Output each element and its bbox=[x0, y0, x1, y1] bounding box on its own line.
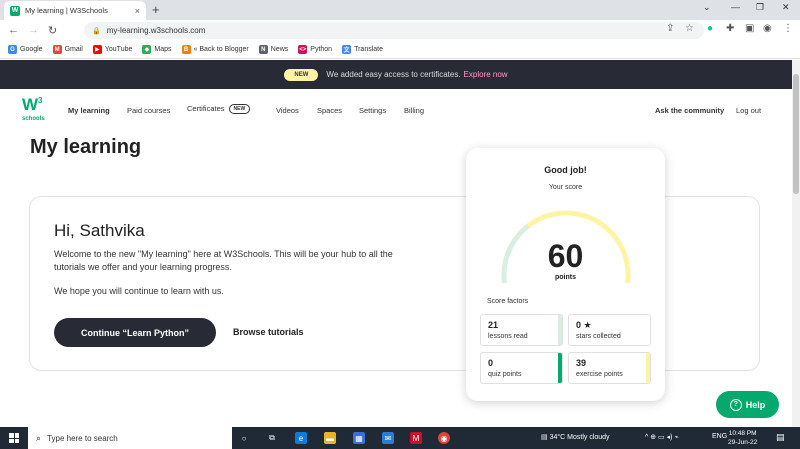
windows-start-icon[interactable] bbox=[9, 433, 19, 443]
new-tab-button[interactable]: + bbox=[152, 2, 160, 17]
score-heading: Good job! bbox=[544, 165, 587, 175]
bookmark-maps[interactable]: ◆ Maps bbox=[142, 45, 172, 54]
nav-certificates[interactable]: Certificates NEW bbox=[187, 104, 251, 115]
url-text: my-learning.w3schools.com bbox=[106, 26, 206, 35]
page-scrollbar[interactable] bbox=[792, 60, 800, 427]
youtube-icon: ▶ bbox=[92, 45, 102, 54]
extensions-icon[interactable]: ✚ bbox=[726, 23, 734, 34]
bookmarks-bar: G Google M Gmail ▶ YouTube ◆ Maps B « Ba… bbox=[0, 41, 800, 59]
points-label: points bbox=[555, 274, 576, 281]
taskbar-search-input[interactable]: ⌕ Type here to search bbox=[28, 427, 232, 449]
side-panel-icon[interactable]: ▣ bbox=[745, 23, 754, 34]
bookmark-gmail[interactable]: M Gmail bbox=[52, 45, 83, 54]
bookmark-google[interactable]: G Google bbox=[8, 45, 43, 54]
tab-title: My learning | W3Schools bbox=[25, 6, 108, 15]
nav-billing[interactable]: Billing bbox=[404, 106, 424, 115]
browser-tab-strip: W My learning | W3Schools × + ⌄ — ❐ ✕ bbox=[0, 0, 800, 20]
nav-settings[interactable]: Settings bbox=[359, 106, 386, 115]
search-icon: ⌕ bbox=[36, 432, 42, 443]
share-icon[interactable]: ⇪ bbox=[666, 23, 674, 34]
avatar[interactable]: ◉ bbox=[763, 23, 772, 34]
nav-my-learning[interactable]: My learning bbox=[68, 106, 110, 115]
close-window-icon[interactable]: ✕ bbox=[782, 2, 790, 13]
help-question-icon: ? bbox=[729, 398, 742, 411]
logout-link[interactable]: Log out bbox=[736, 106, 761, 115]
address-bar-row: ← → ↻ 🔒 my-learning.w3schools.com ⇪ ☆ ● … bbox=[0, 20, 800, 41]
back-icon[interactable]: ← bbox=[8, 24, 19, 36]
ask-community-link[interactable]: Ask the community bbox=[655, 106, 724, 115]
blogger-icon: B bbox=[181, 45, 191, 54]
announcement-bar: NEW We added easy access to certificates… bbox=[0, 60, 792, 89]
tab-search-icon[interactable]: ⌄ bbox=[703, 2, 711, 13]
store-icon[interactable]: ▦ bbox=[353, 432, 365, 444]
intro-text: Welcome to the new "My learning" here at… bbox=[54, 249, 393, 272]
bookmark-youtube[interactable]: ▶ YouTube bbox=[92, 45, 132, 54]
score-card: Good job! Your score 60 points Score fac… bbox=[466, 148, 665, 401]
task-view-icon[interactable]: ⧉ bbox=[266, 432, 278, 444]
w3-favicon-icon: W bbox=[10, 5, 20, 16]
nav-videos[interactable]: Videos bbox=[276, 106, 299, 115]
taskbar: ⌕ Type here to search ○ ⧉ e ▬ ▦ ✉ M ◉ ▤ … bbox=[0, 427, 800, 449]
bookmark-python[interactable]: <> Python bbox=[298, 45, 332, 54]
factor-bar bbox=[646, 353, 650, 383]
continue-learning-button[interactable]: Continue “Learn Python” bbox=[54, 318, 216, 347]
announcement-text: We added easy access to certificates. bbox=[326, 70, 461, 79]
menu-icon[interactable]: ⋮ bbox=[783, 23, 793, 34]
reload-icon[interactable]: ↻ bbox=[48, 24, 57, 37]
tray-icons[interactable]: ^ ⊕ ▭ ◂) ⌁ bbox=[645, 433, 679, 441]
lock-icon: 🔒 bbox=[92, 27, 101, 35]
factor-bar bbox=[558, 353, 562, 383]
page-title: My learning bbox=[30, 136, 142, 158]
edge-icon[interactable]: e bbox=[295, 432, 307, 444]
grammarly-icon[interactable]: ● bbox=[707, 23, 713, 34]
forward-icon[interactable]: → bbox=[28, 24, 39, 36]
python-icon: <> bbox=[298, 45, 308, 54]
gmail-icon: M bbox=[52, 45, 62, 54]
url-input[interactable]: 🔒 my-learning.w3schools.com bbox=[84, 22, 704, 39]
factor-stars-collected: 0 ★ stars collected bbox=[568, 314, 651, 346]
score-points: 60 bbox=[547, 238, 584, 274]
explore-now-link[interactable]: Explore now bbox=[464, 70, 508, 79]
factor-lessons-read: 21 lessons read bbox=[480, 314, 563, 346]
notifications-icon[interactable]: ▤ bbox=[776, 432, 785, 443]
score-factors-label: Score factors bbox=[487, 298, 529, 305]
browse-tutorials-link[interactable]: Browse tutorials bbox=[233, 327, 304, 337]
hope-text: We hope you will continue to learn with … bbox=[54, 286, 224, 296]
browser-tab[interactable]: W My learning | W3Schools × bbox=[4, 1, 146, 20]
bookmark-news[interactable]: N News bbox=[258, 45, 288, 54]
score-subheading: Your score bbox=[548, 184, 583, 191]
bookmark-star-icon[interactable]: ☆ bbox=[685, 23, 694, 34]
minimize-icon[interactable]: — bbox=[731, 2, 740, 12]
nav-spaces[interactable]: Spaces bbox=[317, 106, 342, 115]
language-indicator[interactable]: ENG bbox=[712, 433, 727, 440]
weather-widget[interactable]: ▤ 34°C Mostly cloudy bbox=[541, 433, 610, 441]
site-nav: W 3 schools My learning Paid courses Cer… bbox=[0, 89, 792, 133]
mcafee-icon[interactable]: M bbox=[410, 432, 422, 444]
google-icon: G bbox=[8, 45, 17, 54]
new-badge: NEW bbox=[284, 68, 319, 81]
w3schools-logo[interactable]: W 3 schools bbox=[22, 96, 48, 125]
chrome-icon[interactable]: ◉ bbox=[438, 432, 450, 444]
help-button[interactable]: ? Help bbox=[716, 391, 779, 418]
factor-quiz-points: 0 quiz points bbox=[480, 352, 563, 384]
bookmark-translate[interactable]: 文 Translate bbox=[342, 45, 383, 54]
scrollbar-thumb[interactable] bbox=[793, 74, 799, 194]
restore-icon[interactable]: ❐ bbox=[756, 2, 764, 13]
factor-bar bbox=[558, 315, 562, 345]
bookmark-blogger[interactable]: B « Back to Blogger bbox=[181, 45, 249, 54]
certificates-new-badge: NEW bbox=[228, 104, 251, 115]
translate-icon: 文 bbox=[342, 45, 352, 54]
file-explorer-icon[interactable]: ▬ bbox=[324, 432, 336, 444]
maps-icon: ◆ bbox=[142, 45, 152, 54]
greeting: Hi, Sathvika bbox=[54, 221, 145, 240]
factor-exercise-points: 39 exercise points bbox=[568, 352, 651, 384]
nav-paid-courses[interactable]: Paid courses bbox=[127, 106, 170, 115]
close-tab-icon[interactable]: × bbox=[135, 6, 140, 16]
taskbar-clock[interactable]: 10:48 PM 29-Jun-22 bbox=[728, 429, 757, 447]
news-icon: N bbox=[258, 45, 268, 54]
mail-icon[interactable]: ✉ bbox=[382, 432, 394, 444]
cortana-icon[interactable]: ○ bbox=[238, 432, 250, 444]
